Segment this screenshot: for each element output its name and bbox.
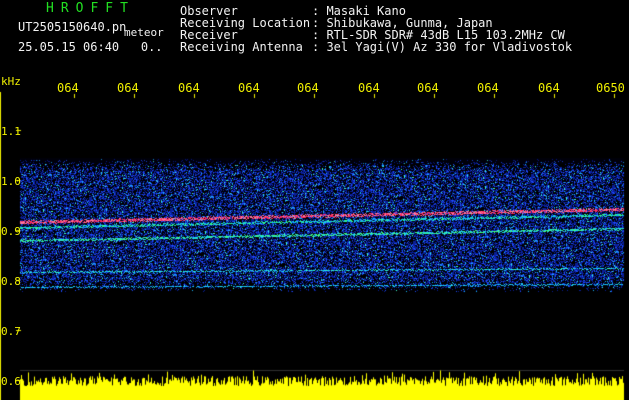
x-tick-label: 064 (238, 81, 260, 95)
y-tick-label: 0.6 (1, 375, 21, 388)
filename-label: UT2505150640.pn (18, 20, 127, 34)
x-tick-label: 064 (358, 81, 380, 95)
spectrogram-canvas (0, 0, 629, 400)
x-tick-label: 0650 (596, 81, 625, 95)
y-tick-label: 0.9 (1, 225, 21, 238)
x-tick-label: 064 (477, 81, 499, 95)
x-tick-label: 064 (538, 81, 560, 95)
datetime-label: 25.05.15 06:40 0.. (18, 40, 163, 54)
x-tick-label: 064 (117, 81, 139, 95)
y-tick-label: 0.8 (1, 275, 21, 288)
y-tick-label: 0.7 (1, 325, 21, 338)
x-tick-label: 064 (57, 81, 79, 95)
x-tick-label: 064 (417, 81, 439, 95)
x-tick-label: 064 (178, 81, 200, 95)
y-tick-label: 1.0 (1, 175, 21, 188)
y-axis-unit: kHz (1, 75, 21, 88)
meteor-label: meteor (124, 26, 164, 39)
datetime-value: 25.05.15 06:40 (18, 40, 120, 54)
meta-value: : 3el Yagi(V) Az 330 for Vladivostok (312, 40, 573, 54)
datetime-suffix: 0.. (140, 40, 163, 54)
app-brand: HROFFT (46, 1, 135, 16)
x-tick-label: 064 (297, 81, 319, 95)
meta-label: Receiving Antenna (180, 40, 303, 54)
y-tick-label: 1.1 (1, 125, 21, 138)
